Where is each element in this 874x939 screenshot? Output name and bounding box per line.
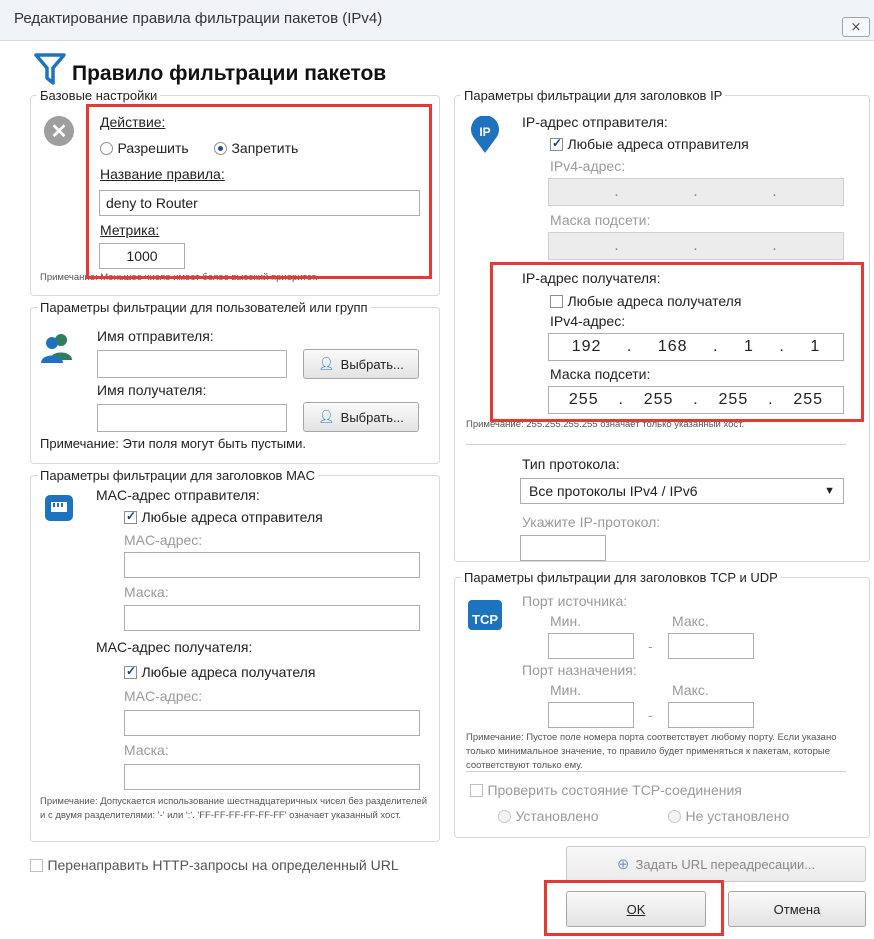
ip-protocol-label: Укажите IP-протокол: (522, 514, 661, 530)
network-port-icon (45, 495, 73, 521)
dst-port-min-label: Мин. (550, 682, 582, 698)
not-established-radio[interactable]: Не установлено (668, 808, 789, 826)
mac-dst-address-input[interactable] (124, 710, 420, 736)
mac-dst-mask-input[interactable] (124, 764, 420, 790)
established-radio-label: Установлено (515, 808, 599, 824)
cancel-button[interactable]: Отмена (728, 891, 866, 927)
not-established-radio-label: Не установлено (685, 808, 790, 824)
deny-icon: ✕ (44, 116, 74, 146)
tcp-divider (466, 771, 846, 772)
sender-name-label: Имя отправителя: (97, 328, 214, 344)
check-tcp-state-label: Проверить состояние TCP-соединения (487, 782, 742, 798)
mac-dst-any-checkbox[interactable]: Любые адреса получателя (124, 664, 315, 682)
user-icon: 👤︎ (318, 356, 335, 371)
protocol-type-value: Все протоколы IPv4 / IPv6 (529, 483, 698, 499)
ip-protocol-input[interactable] (520, 535, 606, 561)
dst-port-dash: - (648, 707, 653, 723)
ip-src-any-box[interactable] (550, 136, 563, 152)
ip-location-icon: IP (471, 116, 499, 153)
mac-src-any-label: Любые адреса отправителя (141, 509, 323, 525)
src-port-min-input[interactable] (548, 633, 634, 659)
mac-dst-address-label: MAC-адрес: (124, 688, 203, 704)
not-established-radio-circle[interactable] (668, 810, 681, 824)
mac-src-label: MAC-адрес отправителя: (96, 487, 260, 503)
check-tcp-state-box[interactable] (470, 784, 483, 798)
ip-src-any-label: Любые адреса отправителя (567, 136, 749, 152)
mac-legend: Параметры фильтрации для заголовков MAC (40, 468, 315, 483)
mac-dst-mask-label: Маска: (124, 742, 169, 758)
ip-src-label: IP-адрес отправителя: (522, 114, 668, 130)
ip-src-mask-label: Маска подсети: (550, 212, 651, 228)
dst-port-max-label: Макс. (672, 682, 709, 698)
redirect-http-label: Перенаправить HTTP-запросы на определенн… (47, 857, 399, 873)
svg-text:IP: IP (479, 125, 490, 139)
receiver-name-label: Имя получателя: (97, 382, 207, 398)
dst-port-max-input[interactable] (668, 702, 754, 728)
receiver-name-input[interactable] (97, 404, 287, 432)
src-port-max-input[interactable] (668, 633, 754, 659)
mac-dst-any-label: Любые адреса получателя (141, 664, 316, 680)
mac-dst-label: MAC-адрес получателя: (96, 639, 253, 655)
window-titlebar: Редактирование правила фильтрации пакето… (0, 0, 874, 41)
mac-note: Примечание: Допускается использование ше… (40, 796, 428, 821)
highlight-ip-destination (490, 262, 864, 422)
mac-src-mask-label: Маска: (124, 584, 169, 600)
protocol-type-label: Тип протокола: (522, 456, 620, 472)
sender-name-input[interactable] (97, 350, 287, 378)
chevron-down-icon: ▼ (824, 485, 835, 497)
mac-src-any-box[interactable] (124, 509, 137, 525)
established-radio[interactable]: Установлено (498, 808, 599, 826)
src-port-min-label: Мин. (550, 613, 582, 629)
mac-dst-any-box[interactable] (124, 664, 137, 680)
redirect-http-box[interactable] (30, 859, 43, 873)
src-port-max-label: Макс. (672, 613, 709, 629)
tcp-udp-legend: Параметры фильтрации для заголовков TCP … (464, 570, 778, 585)
users-legend: Параметры фильтрации для пользователей и… (40, 300, 368, 315)
src-port-label: Порт источника: (522, 593, 628, 609)
globe-icon: ⊕ (616, 856, 630, 873)
mac-src-address-label: MAC-адрес: (124, 532, 203, 548)
src-port-dash: - (648, 638, 653, 654)
check-tcp-state-checkbox[interactable]: Проверить состояние TCP-соединения (470, 782, 742, 800)
close-button[interactable]: ⨯ (842, 17, 870, 37)
ip-legend: Параметры фильтрации для заголовков IP (464, 88, 723, 103)
filter-icon (34, 53, 66, 85)
protocol-type-select[interactable]: Все протоколы IPv4 / IPv6 ▼ (520, 478, 844, 504)
dst-port-label: Порт назначения: (522, 662, 637, 678)
dst-port-min-input[interactable] (548, 702, 634, 728)
tcp-icon: TCP (468, 600, 502, 630)
ip-divider (466, 444, 846, 445)
select-sender-button[interactable]: 👤︎ Выбрать... (303, 349, 419, 379)
redirect-http-checkbox[interactable]: Перенаправить HTTP-запросы на определенн… (30, 857, 399, 875)
basic-settings-legend: Базовые настройки (40, 88, 158, 103)
mac-src-address-input[interactable] (124, 552, 420, 578)
user-icon: 👤︎ (318, 409, 335, 424)
tcp-note: Примечание: Пустое поле номера порта соо… (466, 732, 837, 771)
ip-src-any-checkbox[interactable]: Любые адреса отправителя (550, 136, 749, 154)
highlight-basic (86, 104, 432, 279)
established-radio-circle[interactable] (498, 810, 511, 824)
window-title: Редактирование правила фильтрации пакето… (14, 10, 383, 27)
ip-src-address-input[interactable]: ... (548, 178, 844, 206)
users-icon (41, 334, 72, 363)
page-title: Правило фильтрации пакетов (72, 62, 387, 85)
users-note: Примечание: Эти поля могут быть пустыми. (40, 436, 306, 451)
mac-src-any-checkbox[interactable]: Любые адреса отправителя (124, 509, 323, 527)
highlight-ok (544, 880, 724, 936)
set-redirect-url-button[interactable]: ⊕ Задать URL переадресации... (566, 846, 866, 882)
ip-src-ipv4-label: IPv4-адрес: (550, 158, 626, 174)
select-receiver-button[interactable]: 👤︎ Выбрать... (303, 402, 419, 432)
mac-src-mask-input[interactable] (124, 605, 420, 631)
ip-src-mask-input[interactable]: ... (548, 232, 844, 260)
close-icon: ⨯ (850, 19, 862, 34)
